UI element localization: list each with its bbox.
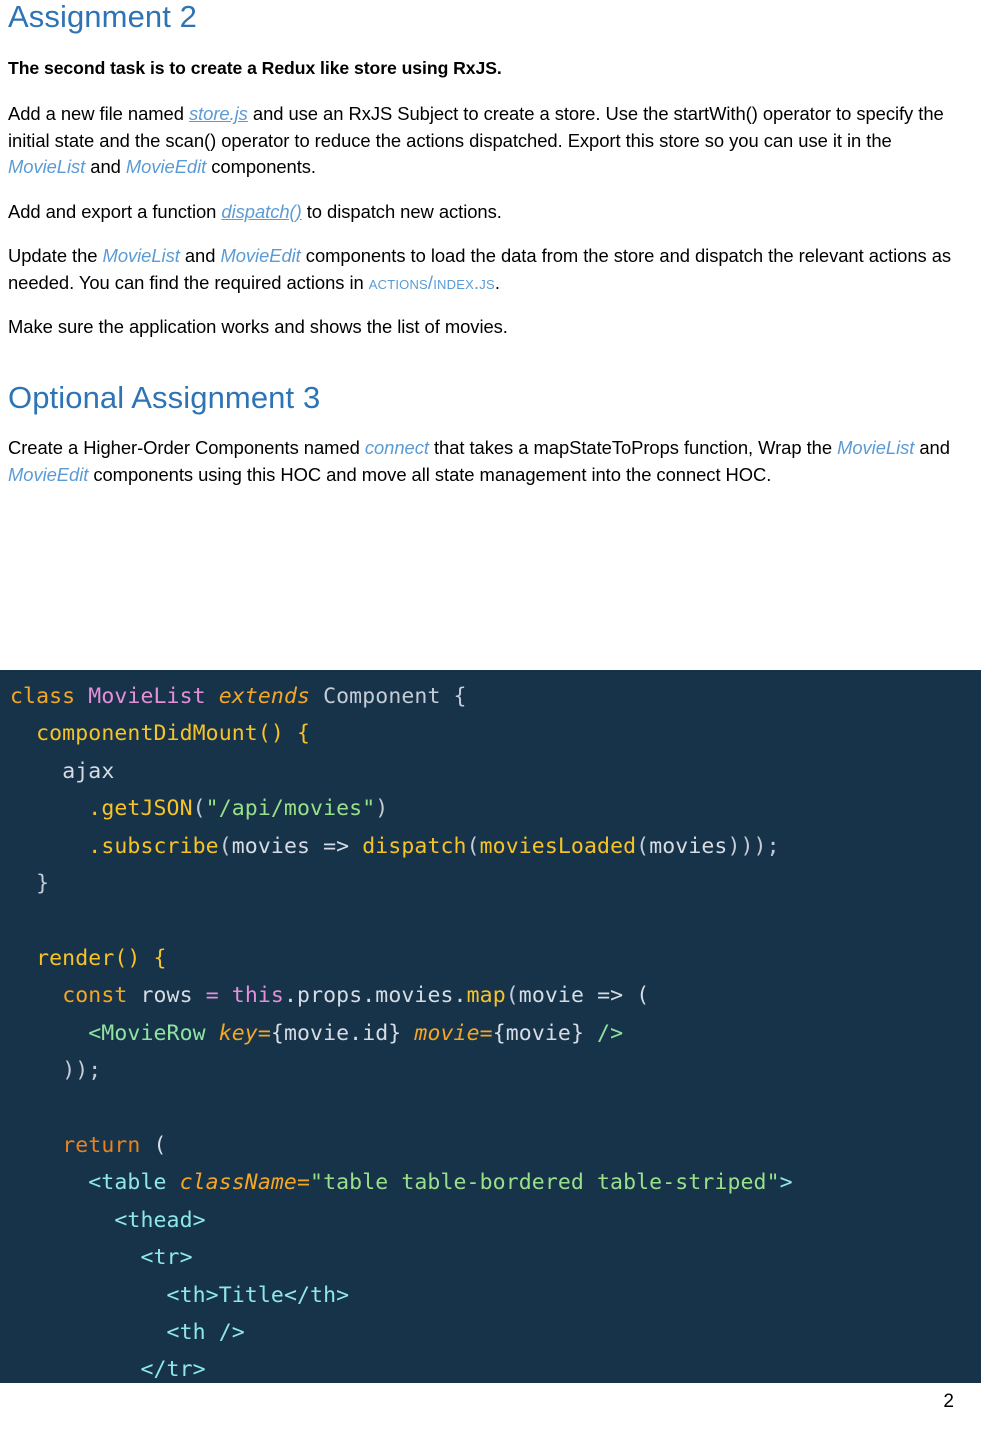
page-title-assignment-2: Assignment 2 <box>8 0 198 34</box>
text-run: to dispatch new actions. <box>301 200 502 222</box>
paragraph-store-js: Add a new file named store.js and use an… <box>8 101 973 181</box>
paragraph-hoc-connect: Create a Higher-Order Components named c… <box>8 435 973 488</box>
text-run: components using this HOC and move all s… <box>88 463 772 485</box>
text-run: Add a new file named <box>8 103 189 125</box>
text-run: . <box>494 271 500 293</box>
paragraph-make-sure: Make sure the application works and show… <box>8 316 508 338</box>
document-page: Assignment 2 The second task is to creat… <box>0 0 981 1431</box>
paragraph-update-components: Update the MovieList and MovieEdit compo… <box>8 243 973 296</box>
inline-code-ref-actions-index: actions/index.js <box>368 271 495 293</box>
intro-bold-text: The second task is to create a Redux lik… <box>8 57 502 78</box>
text-run: Add and export a function <box>8 200 222 222</box>
page-title-optional-assignment-3: Optional Assignment 3 <box>8 379 321 415</box>
text-run: components. <box>206 156 316 178</box>
text-run: and <box>179 245 221 267</box>
inline-code-ref-movieedit-3: MovieEdit <box>8 463 89 485</box>
text-run: and <box>914 437 950 459</box>
inline-code-ref-store-js: store.js <box>188 103 248 125</box>
text-run: that takes a mapStateToProps function, W… <box>428 437 838 459</box>
text-run: Update the <box>8 245 103 267</box>
inline-code-ref-movielist-2: MovieList <box>102 245 180 267</box>
inline-code-ref-dispatch: dispatch() <box>221 200 302 222</box>
inline-code-ref-connect: connect <box>364 437 429 459</box>
paragraph-dispatch: Add and export a function dispatch() to … <box>8 199 973 226</box>
page-number: 2 <box>943 1391 954 1412</box>
document-body: Assignment 2 The second task is to creat… <box>0 0 981 488</box>
code-block-movielist: class MovieList extends Component { comp… <box>0 670 981 1383</box>
inline-code-ref-movielist: MovieList <box>8 156 86 178</box>
inline-code-ref-movieedit-2: MovieEdit <box>220 245 301 267</box>
text-run: and <box>85 156 126 178</box>
text-run: Create a Higher-Order Components named <box>8 437 365 459</box>
inline-code-ref-movieedit: MovieEdit <box>125 156 207 178</box>
code-content: class MovieList extends Component { comp… <box>10 684 793 1383</box>
inline-code-ref-movielist-3: MovieList <box>837 437 915 459</box>
